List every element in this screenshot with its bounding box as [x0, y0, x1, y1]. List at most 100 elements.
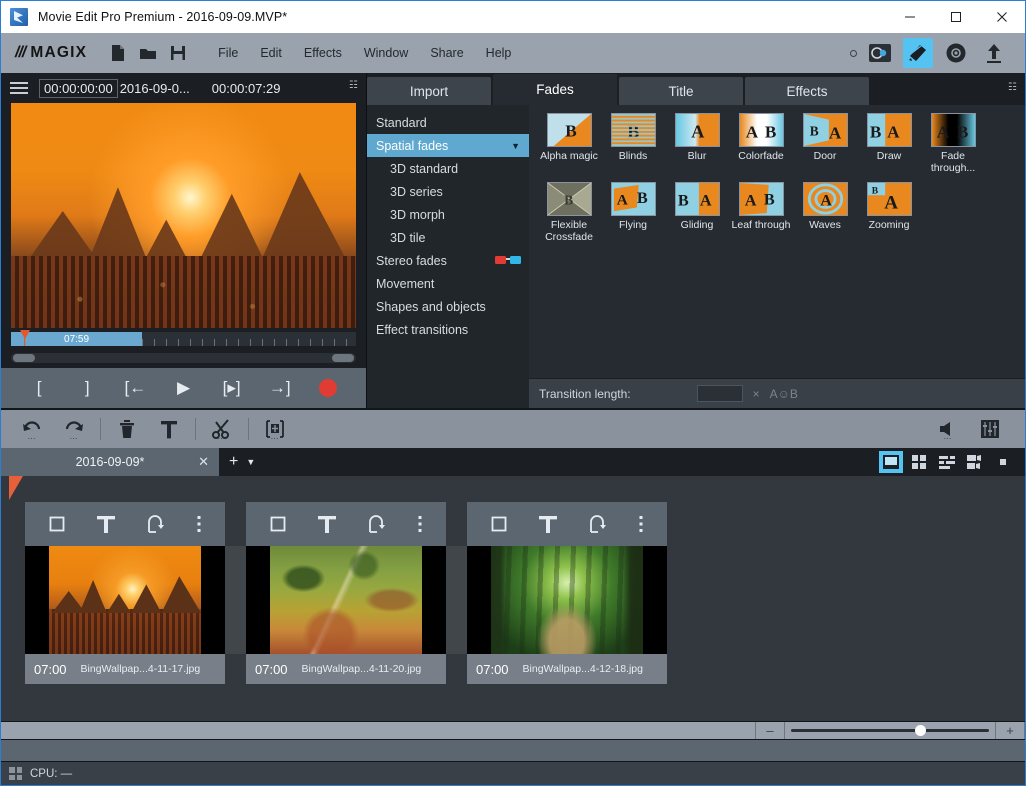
category-3d-standard[interactable]: 3D standard [367, 157, 529, 180]
timeline-view-button[interactable] [963, 451, 987, 473]
scene-overview-button[interactable] [935, 451, 959, 473]
list-item[interactable]: 07:00 BingWallpap...4-11-17.jpg [25, 502, 246, 721]
storyboard-area[interactable]: 07:00 BingWallpap...4-11-17.jpg 07:00 Bi… [1, 476, 1025, 721]
playhead-marker-icon[interactable] [9, 476, 23, 502]
audio-more-dots[interactable]: ⋯ [944, 434, 953, 443]
play-range-button[interactable]: [▸] [215, 375, 249, 401]
fade-alpha-magic[interactable]: B Alpha magic [538, 113, 600, 174]
scrubber-track[interactable]: 07:59 [11, 330, 356, 346]
clip-rotate-button[interactable] [367, 514, 387, 534]
cut-more-dots[interactable]: ⋯ [218, 434, 227, 443]
fade-blinds[interactable]: B Blinds [602, 113, 664, 174]
delete-button[interactable] [106, 413, 148, 445]
set-out-point-button[interactable]: ] [70, 375, 104, 401]
menu-edit[interactable]: Edit [249, 42, 293, 64]
range-handle-right[interactable] [332, 354, 354, 362]
close-icon[interactable]: ✕ [198, 454, 209, 470]
audio-mixer-button[interactable]: ⋯ [927, 413, 969, 445]
fade-zooming[interactable]: B A Zooming [858, 182, 920, 243]
storyboard-view-button[interactable] [879, 451, 903, 473]
undo-button[interactable]: ⋯ [11, 413, 53, 445]
clip-rotate-button[interactable] [146, 514, 166, 534]
redo-more-dots[interactable]: ⋯ [70, 434, 79, 443]
monitor-range-bar[interactable] [11, 353, 356, 363]
category-movement[interactable]: Movement [367, 272, 529, 295]
clip-title-button[interactable] [317, 514, 337, 534]
project-tab[interactable]: 2016-09-09* ✕ [1, 448, 219, 476]
add-object-button[interactable]: ⋯ [254, 413, 296, 445]
clip-effects-button[interactable] [490, 515, 508, 533]
zoom-in-button[interactable]: + [996, 722, 1024, 740]
clip-thumbnail[interactable] [467, 546, 667, 654]
burn-disc-icon[interactable] [941, 38, 971, 68]
fade-leaf-through[interactable]: A B Leaf through [730, 182, 792, 243]
tab-effects[interactable]: Effects [745, 77, 869, 105]
tab-import[interactable]: Import [367, 77, 491, 105]
video-preview-image[interactable] [11, 103, 356, 328]
transition-slot[interactable] [446, 546, 467, 654]
fade-gliding[interactable]: B A Gliding [666, 182, 728, 243]
category-spatial-fades[interactable]: Spatial fades ▼ [367, 134, 529, 157]
new-file-icon[interactable] [103, 40, 133, 66]
fade-fade-through[interactable]: A B Fade through... [922, 113, 984, 174]
list-item[interactable]: 07:00 BingWallpap...4-12-18.jpg [467, 502, 667, 721]
capture-icon[interactable] [865, 38, 895, 68]
transition-slot[interactable] [225, 546, 246, 654]
clip-title-button[interactable] [538, 514, 558, 534]
title-button[interactable] [148, 413, 190, 445]
close-button[interactable] [979, 1, 1025, 33]
fade-flexible-crossfade[interactable]: B Flexible Crossfade [538, 182, 600, 243]
undo-more-dots[interactable]: ⋯ [28, 434, 37, 443]
list-item[interactable]: 07:00 BingWallpap...4-11-20.jpg [246, 502, 467, 721]
zoom-slider[interactable] [785, 722, 995, 740]
category-3d-series[interactable]: 3D series [367, 180, 529, 203]
fade-flying[interactable]: A B Flying [602, 182, 664, 243]
scrubber-range[interactable]: 07:59 [11, 332, 143, 346]
mixer-faders-button[interactable] [969, 413, 1011, 445]
horizontal-scrollbar[interactable] [1, 721, 755, 740]
range-handle-left[interactable] [13, 354, 35, 362]
hamburger-icon[interactable] [7, 82, 31, 94]
play-button[interactable]: ▶ [166, 375, 200, 401]
set-in-point-button[interactable]: [ [22, 375, 56, 401]
fullscreen-button[interactable] [991, 451, 1015, 473]
fade-draw[interactable]: B A Draw [858, 113, 920, 174]
fade-door[interactable]: B A Door [794, 113, 856, 174]
category-effect-transitions[interactable]: Effect transitions [367, 318, 529, 341]
category-3d-morph[interactable]: 3D morph [367, 203, 529, 226]
transition-length-input[interactable] [696, 385, 743, 402]
clip-thumbnail[interactable] [246, 546, 446, 654]
chevron-down-icon[interactable]: ▼ [246, 457, 255, 467]
jump-to-end-button[interactable]: →] [263, 375, 297, 401]
playhead-marker-icon[interactable] [20, 330, 30, 346]
menu-file[interactable]: File [207, 42, 249, 64]
fade-waves[interactable]: A Waves [794, 182, 856, 243]
record-button[interactable] [318, 379, 337, 397]
category-stereo-fades[interactable]: Stereo fades [367, 249, 529, 272]
menu-effects[interactable]: Effects [293, 42, 353, 64]
open-folder-icon[interactable] [133, 40, 163, 66]
category-shapes-and-objects[interactable]: Shapes and objects [367, 295, 529, 318]
clip-thumbnail[interactable] [25, 546, 225, 654]
fade-blur[interactable]: A Blur [666, 113, 728, 174]
minimize-button[interactable] [887, 1, 933, 33]
clip-rotate-button[interactable] [588, 514, 608, 534]
clip-effects-button[interactable] [269, 515, 287, 533]
menu-help[interactable]: Help [475, 42, 523, 64]
grid-view-button[interactable] [907, 451, 931, 473]
maximize-button[interactable] [933, 1, 979, 33]
menu-share[interactable]: Share [419, 42, 474, 64]
redo-button[interactable]: ⋯ [53, 413, 95, 445]
plus-icon[interactable]: + [219, 453, 246, 471]
fade-colorfade[interactable]: A B Colorfade [730, 113, 792, 174]
edit-mode-icon[interactable] [903, 38, 933, 68]
clip-menu-button[interactable] [638, 514, 644, 534]
add-object-more-dots[interactable]: ⋯ [271, 434, 280, 443]
category-standard[interactable]: Standard [367, 111, 529, 134]
clip-menu-button[interactable] [196, 514, 202, 534]
cut-button[interactable]: ⋯ [201, 413, 243, 445]
timecode-current[interactable]: 00:00:00:00 [39, 78, 118, 98]
save-disk-icon[interactable] [163, 40, 193, 66]
record-dot-icon[interactable] [850, 49, 857, 57]
tab-title[interactable]: Title [619, 77, 743, 105]
